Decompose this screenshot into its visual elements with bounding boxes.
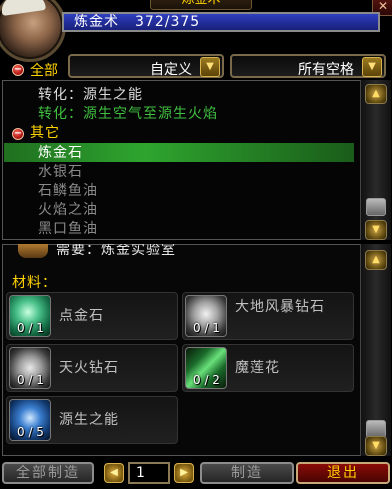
reagent-count: 0 / 5 bbox=[17, 425, 44, 439]
reagent-slot[interactable]: 0 / 1 点金石 bbox=[6, 292, 178, 340]
scroll-down-button[interactable]: ▼ bbox=[365, 220, 387, 240]
reagent-name: 魔莲花 bbox=[235, 360, 280, 376]
collapse-all-label[interactable]: 全部 bbox=[30, 60, 58, 80]
increment-button[interactable]: ▶ bbox=[174, 463, 194, 483]
reagent-count: 0 / 2 bbox=[193, 373, 220, 387]
reagent-name: 点金石 bbox=[59, 308, 104, 324]
chevron-down-icon[interactable]: ▼ bbox=[200, 57, 220, 77]
skill-name: 炼金术 bbox=[74, 14, 119, 30]
scroll-up-button[interactable]: ▲ bbox=[365, 84, 387, 104]
requires-text: 需要：炼金实验室 bbox=[56, 244, 176, 258]
collapse-category-button[interactable]: − bbox=[12, 128, 24, 140]
character-portrait bbox=[0, 0, 66, 62]
recipe-item-icon[interactable] bbox=[18, 244, 48, 258]
category-label: 其它 bbox=[30, 125, 60, 141]
detail-scroll-down-button[interactable]: ▼ bbox=[365, 436, 387, 456]
reagent-name: 源生之能 bbox=[59, 412, 119, 428]
reagent-count: 0 / 1 bbox=[17, 373, 44, 387]
subclass-dropdown[interactable]: 自定义 ▼ bbox=[68, 54, 224, 78]
list-item[interactable]: 火焰之油 bbox=[38, 201, 98, 219]
recipe-name: 黑口鱼油 bbox=[38, 221, 98, 237]
slot-value: 所有空格 bbox=[298, 62, 354, 78]
recipe-name: 水银石 bbox=[38, 164, 83, 180]
reagent-count: 0 / 1 bbox=[193, 321, 220, 335]
reagent-name: 天火钻石 bbox=[59, 360, 119, 376]
collapse-all-button[interactable]: − bbox=[12, 64, 24, 76]
skill-progress-bar: 炼金术 372/375 bbox=[62, 12, 380, 32]
detail-scroll-up-button[interactable]: ▲ bbox=[365, 250, 387, 270]
recipe-name: 转化：源生之能 bbox=[38, 87, 143, 103]
recipe-name: 转化：源生空气至源生火焰 bbox=[38, 106, 218, 122]
slot-dropdown[interactable]: 所有空格 ▼ bbox=[230, 54, 386, 78]
decrement-button[interactable]: ◀ bbox=[104, 463, 124, 483]
quantity-input[interactable]: 1 bbox=[128, 462, 170, 484]
subclass-value: 自定义 bbox=[150, 62, 192, 78]
recipe-name: 石鳞鱼油 bbox=[38, 183, 98, 199]
window-title: 炼金术 bbox=[150, 0, 252, 10]
recipe-name: 火焰之油 bbox=[38, 202, 98, 218]
reagent-slot[interactable]: 0 / 1 大地风暴钻石 bbox=[182, 292, 354, 340]
materials-label: 材料： bbox=[12, 275, 57, 291]
list-item[interactable]: 转化：源生之能 bbox=[38, 86, 143, 104]
recipe-name: 炼金石 bbox=[38, 145, 83, 161]
create-all-button[interactable]: 全部制造 bbox=[2, 462, 94, 484]
chevron-down-icon[interactable]: ▼ bbox=[362, 57, 382, 77]
list-item[interactable]: 炼金石 bbox=[38, 144, 83, 162]
list-item[interactable]: 石鳞鱼油 bbox=[38, 182, 98, 200]
reagent-name: 大地风暴钻石 bbox=[235, 299, 325, 315]
list-item[interactable]: 转化：源生空气至源生火焰 bbox=[38, 105, 218, 123]
recipe-list-scrollbar[interactable] bbox=[360, 80, 391, 240]
list-item[interactable]: 水银石 bbox=[38, 163, 83, 181]
reagent-slot[interactable]: 0 / 2 魔莲花 bbox=[182, 344, 354, 392]
skill-value: 372/375 bbox=[135, 14, 201, 30]
exit-button[interactable]: 退出 bbox=[296, 462, 390, 484]
create-button[interactable]: 制造 bbox=[200, 462, 294, 484]
scroll-thumb[interactable] bbox=[366, 198, 386, 216]
category-header[interactable]: 其它 bbox=[30, 124, 60, 142]
reagent-count: 0 / 1 bbox=[17, 321, 44, 335]
list-item[interactable]: 黑口鱼油 bbox=[38, 220, 98, 238]
reagent-slot[interactable]: 0 / 1 天火钻石 bbox=[6, 344, 178, 392]
skill-label: 炼金术 372/375 bbox=[74, 14, 200, 30]
reagent-slot[interactable]: 0 / 5 源生之能 bbox=[6, 396, 178, 444]
